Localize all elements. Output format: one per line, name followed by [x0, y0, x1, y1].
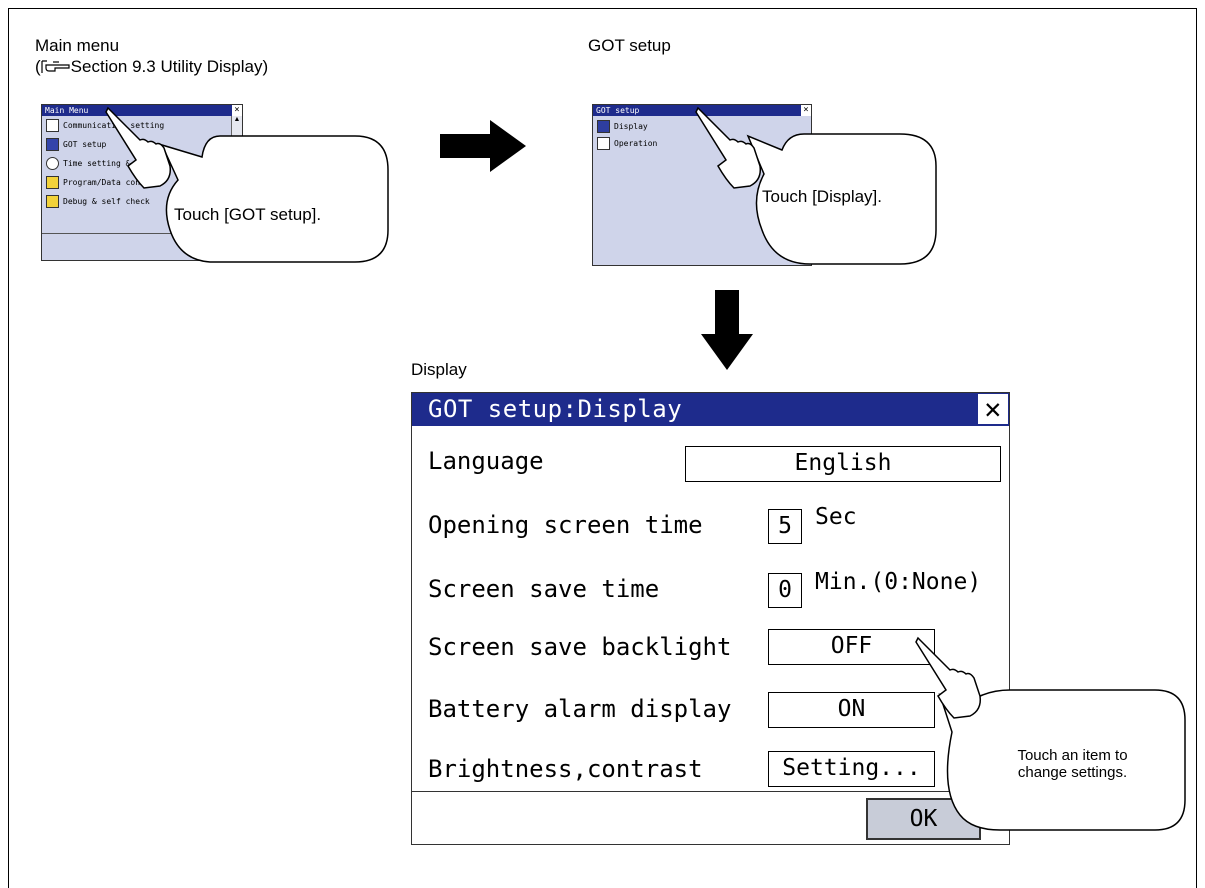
close-icon[interactable]: ×: [801, 105, 811, 116]
opening-time-unit: Sec: [815, 504, 857, 530]
language-label: Language: [428, 447, 544, 475]
backlight-label: Screen save backlight: [428, 633, 732, 661]
close-icon[interactable]: ×: [232, 105, 242, 116]
brightness-label: Brightness,contrast: [428, 755, 703, 783]
pointing-hand-icon: [105, 106, 172, 189]
caption-main-menu-ref: ( Section 9.3 Utility Display): [35, 57, 269, 76]
pointing-hand-icon: [915, 636, 982, 719]
callout-touch-item: Touch an item to change settings.: [900, 636, 1200, 835]
scroll-up-icon[interactable]: ▲: [232, 116, 242, 123]
pointing-hand-icon: [695, 106, 762, 189]
menu-item-operation[interactable]: Operation: [597, 136, 657, 150]
menu-item-display[interactable]: Display: [597, 119, 648, 133]
caption-display: Display: [411, 360, 467, 379]
battery-alarm-label: Battery alarm display: [428, 695, 732, 723]
opening-time-field[interactable]: 5: [768, 509, 802, 544]
reference-hand-icon: [41, 60, 70, 73]
callout-text: Touch [Display].: [762, 187, 882, 206]
operation-icon: [597, 136, 610, 150]
communication-icon: [46, 118, 59, 132]
folder-icon: [46, 175, 59, 189]
arrow-right-icon: [440, 120, 526, 172]
close-icon[interactable]: ✕: [978, 394, 1008, 424]
screen-save-time-field[interactable]: 0: [768, 573, 802, 608]
menu-item-debug[interactable]: Debug & self check: [46, 194, 150, 208]
menu-item-got-setup[interactable]: GOT setup: [46, 137, 106, 151]
display-icon: [597, 119, 610, 133]
dialog-titlebar: GOT setup:Display ✕: [412, 393, 1009, 426]
dialog-title: GOT setup:Display: [428, 395, 683, 423]
got-setup-icon: [46, 137, 59, 151]
opening-time-label: Opening screen time: [428, 511, 703, 539]
arrow-down-icon: [701, 290, 753, 370]
debug-icon: [46, 194, 59, 208]
screen-save-time-label: Screen save time: [428, 575, 660, 603]
language-field[interactable]: English: [685, 446, 1001, 482]
clock-icon: [46, 156, 59, 170]
screen-save-time-unit: Min.(0:None): [815, 569, 982, 595]
callout-text: Touch an item to change settings.: [1017, 747, 1128, 781]
callout-touch-display: Touch [Display].: [695, 106, 940, 268]
caption-main-menu: Main menu: [35, 36, 120, 55]
callout-text: Touch [GOT setup].: [174, 205, 322, 224]
caption-got-setup: GOT setup: [588, 36, 671, 55]
callout-touch-got-setup: Touch [GOT setup].: [105, 106, 390, 265]
